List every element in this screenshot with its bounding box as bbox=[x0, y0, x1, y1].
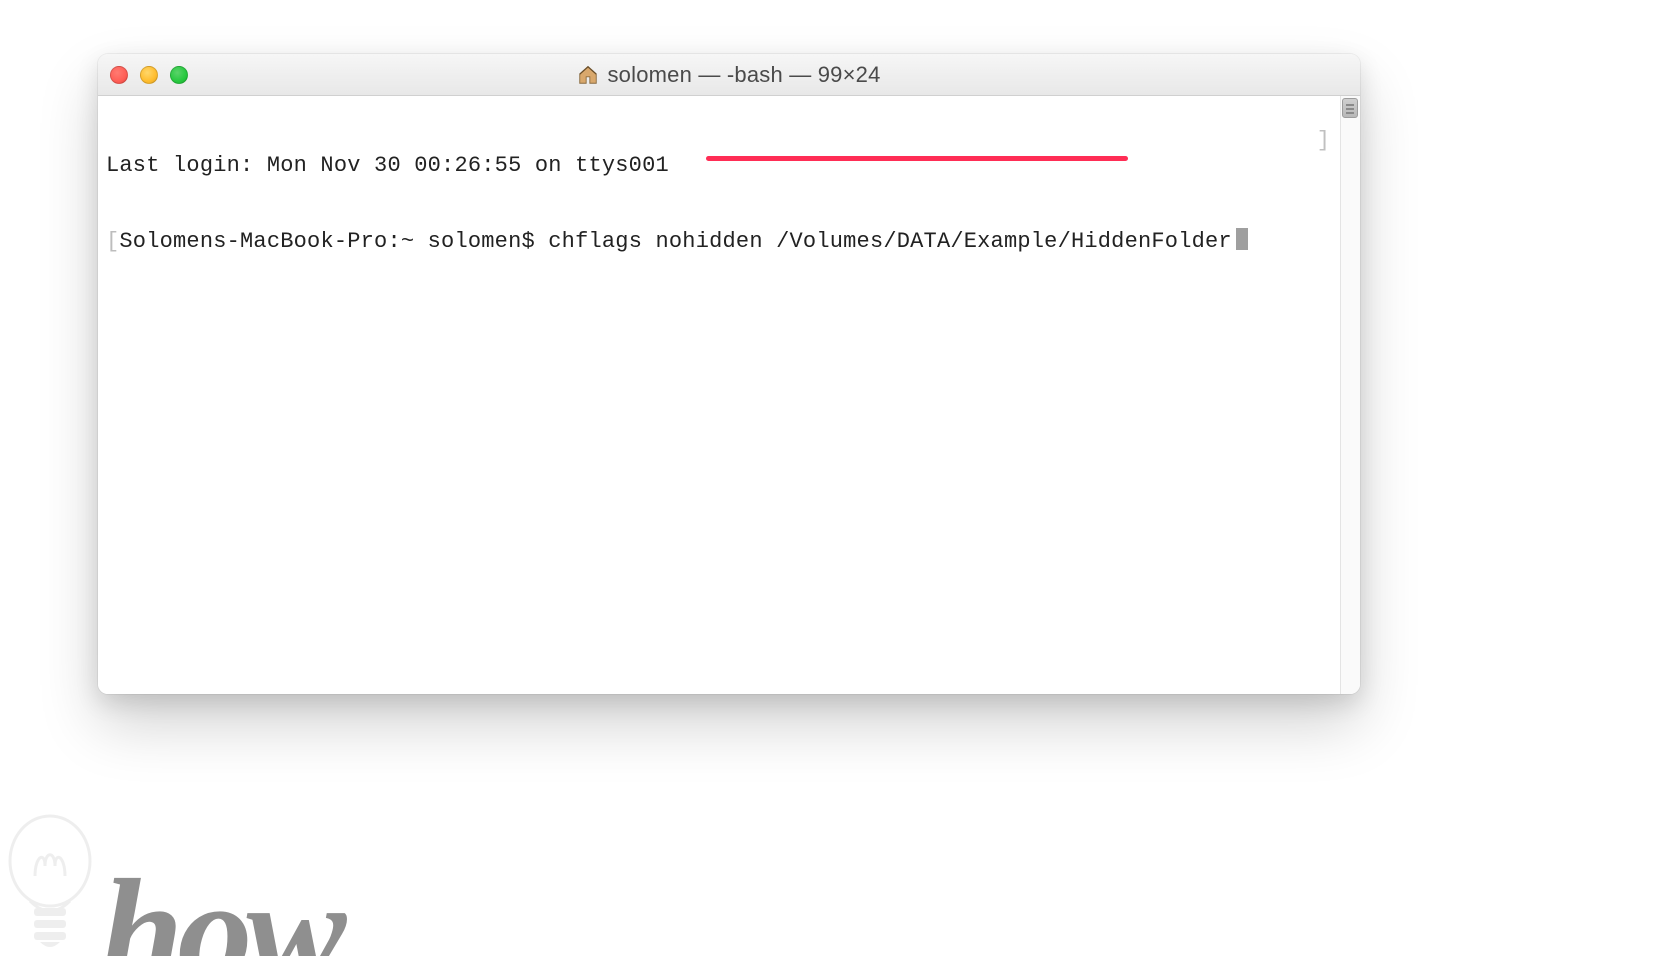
command-text: chflags nohidden bbox=[548, 229, 762, 254]
window-title-text: solomen — -bash — 99×24 bbox=[607, 62, 880, 88]
home-icon bbox=[577, 64, 599, 86]
bracket-right: ] bbox=[1317, 128, 1330, 153]
prompt-host: Solomens-MacBook-Pro:~ solomen$ bbox=[119, 229, 534, 254]
terminal-window: solomen — -bash — 99×24 Last login: Mon … bbox=[98, 54, 1360, 694]
bracket-left: [ bbox=[106, 229, 119, 254]
close-button[interactable] bbox=[110, 66, 128, 84]
prompt-line[interactable]: [Solomens-MacBook-Pro:~ solomen$ chflags… bbox=[106, 228, 1352, 254]
scrollbar-thumb[interactable] bbox=[1342, 98, 1358, 118]
scrollbar[interactable] bbox=[1340, 96, 1360, 694]
minimize-button[interactable] bbox=[140, 66, 158, 84]
watermark: how bbox=[0, 806, 340, 956]
path-underline-annotation bbox=[706, 156, 1128, 161]
window-title: solomen — -bash — 99×24 bbox=[98, 62, 1360, 88]
zoom-button[interactable] bbox=[170, 66, 188, 84]
watermark-text: how bbox=[100, 872, 340, 956]
window-titlebar[interactable]: solomen — -bash — 99×24 bbox=[98, 54, 1360, 96]
terminal-cursor bbox=[1236, 228, 1248, 250]
traffic-lights bbox=[110, 66, 188, 84]
terminal-body[interactable]: Last login: Mon Nov 30 00:26:55 on ttys0… bbox=[98, 96, 1360, 694]
lightbulb-icon bbox=[0, 806, 100, 956]
terminal-output[interactable]: Last login: Mon Nov 30 00:26:55 on ttys0… bbox=[106, 102, 1352, 305]
command-path: /Volumes/DATA/Example/HiddenFolder bbox=[776, 229, 1232, 254]
